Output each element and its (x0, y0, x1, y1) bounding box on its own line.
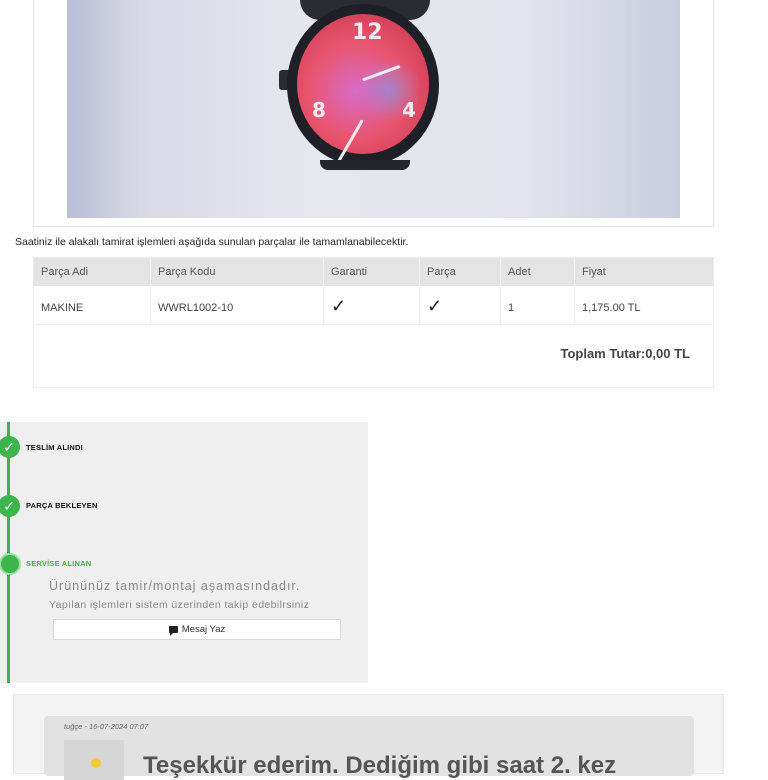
column-divider (419, 258, 420, 286)
dial-numeral-12: 12 (352, 20, 383, 45)
step-label: PARÇA BEKLEYEN (26, 501, 98, 510)
total-amount: Toplam Tutar:0,00 TL (560, 346, 690, 361)
write-message-label: Mesaj Yaz (181, 624, 226, 635)
column-divider (574, 258, 575, 286)
column-header: Fiyat (582, 266, 606, 278)
column-header: Parça Adi (41, 266, 89, 278)
cell-price: 1,175.00 TL (582, 302, 641, 314)
check-icon: ✓ (331, 296, 347, 316)
column-divider (500, 287, 501, 324)
column-divider (323, 258, 324, 286)
check-icon: ✓ (427, 296, 443, 316)
cell-quantity: 1 (508, 302, 515, 314)
status-message: Ürününüz tamir/montaj aşamasındadır. (49, 579, 301, 593)
status-panel (0, 422, 368, 683)
watch-strap (320, 160, 410, 170)
cell-part-name: MAKINE (41, 302, 84, 314)
row-divider (34, 324, 713, 325)
comment-text: Teşekkür ederim. Dediğim gibi saat 2. ke… (143, 752, 617, 779)
status-sub-message: Yapılan işlemleri sistem üzerinden takip… (49, 599, 310, 611)
dial-numeral-8: 8 (312, 98, 326, 122)
column-divider (150, 287, 151, 324)
column-header: Parça (427, 266, 456, 278)
dial-numeral-4: 4 (402, 98, 416, 122)
active-step-icon (0, 553, 21, 575)
avatar-icon (91, 758, 101, 768)
comment-meta: tuğçe - 16-07-2024 07:07 (64, 722, 149, 731)
parts-intro-text: Saatiniz ile alakalı tamirat işlemleri a… (15, 236, 409, 248)
step-label-active: SERVİSE ALINAN (26, 559, 92, 568)
column-divider (500, 258, 501, 286)
step-label: TESLİM ALINDI (26, 443, 83, 452)
cell-part-code: WWRL1002-10 (158, 302, 234, 314)
column-divider (574, 287, 575, 324)
column-divider (150, 258, 151, 286)
column-header: Garanti (331, 266, 368, 278)
column-divider (419, 287, 420, 324)
table-header-row (34, 258, 713, 286)
column-divider (323, 287, 324, 324)
write-message-button[interactable]: Mesaj Yaz (53, 619, 341, 640)
chat-bubble-icon (168, 626, 178, 636)
column-header: Parça Kodu (158, 266, 216, 278)
column-header: Adet (508, 266, 531, 278)
